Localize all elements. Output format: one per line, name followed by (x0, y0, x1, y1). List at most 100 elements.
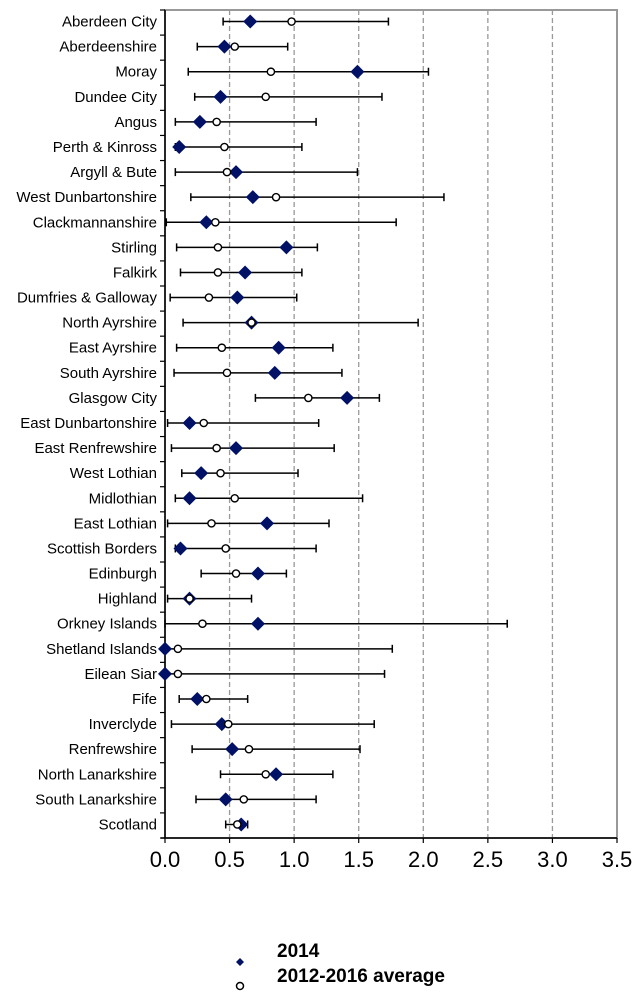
point-2014 (250, 616, 265, 631)
legend-circle-icon (235, 981, 245, 991)
point-2014 (238, 265, 253, 280)
point-2014 (250, 566, 265, 581)
point-2014 (192, 114, 207, 129)
point-2014 (182, 416, 197, 430)
category-label: South Ayrshire (60, 365, 157, 382)
point-average (217, 343, 227, 353)
category-label: Renfrewshire (69, 741, 157, 758)
category-labels: Aberdeen City Aberdeenshire Moray Dundee Ci… (16, 14, 157, 834)
category-label: North Ayrshire (62, 315, 157, 332)
point-2014 (182, 491, 197, 506)
point-2014 (229, 441, 244, 456)
category-label: Aberdeen City (62, 14, 158, 31)
point-average (185, 594, 194, 603)
point-average (213, 268, 223, 277)
point-average (222, 368, 232, 378)
point-average (230, 42, 240, 51)
category-label: Highland (98, 591, 157, 608)
category-label: Angus (114, 114, 157, 131)
point-2014 (269, 767, 284, 782)
category-label: South Lanarkshire (35, 791, 157, 808)
category-label: Argyll & Bute (70, 164, 157, 181)
point-average (199, 418, 209, 428)
point-2014 (260, 516, 275, 531)
category-label: Fife (132, 691, 157, 708)
x-tick-label: 1.0 (279, 847, 310, 872)
category-label: Dumfries & Galloway (17, 290, 158, 307)
point-2014 (350, 64, 365, 79)
point-average (216, 468, 225, 478)
point-average (304, 393, 313, 403)
point-2014 (218, 792, 233, 807)
category-label: East Lothian (74, 515, 157, 532)
category-label: Scotland (99, 816, 157, 833)
category-label: Eilean Siar (84, 666, 157, 683)
point-average (222, 167, 232, 177)
category-label: Perth & Kinross (53, 139, 157, 156)
point-2014 (172, 140, 187, 154)
point-2014 (225, 742, 240, 757)
category-label: East Dunbartonshire (20, 415, 157, 432)
point-average (266, 67, 276, 77)
point-average (261, 769, 271, 779)
point-average (261, 92, 271, 102)
point-2014 (245, 190, 260, 205)
category-label: Inverclyde (89, 716, 157, 733)
point-average (173, 644, 183, 654)
point-average (213, 243, 223, 252)
point-2014 (267, 365, 282, 380)
x-tick-label: 1.5 (343, 847, 374, 872)
point-2014 (213, 89, 228, 104)
x-tick-label: 3.5 (602, 847, 633, 872)
category-label: Orkney Islands (57, 616, 157, 633)
point-average (212, 443, 221, 453)
point-2014 (271, 340, 286, 355)
category-label: Scottish Borders (47, 540, 157, 557)
point-2014 (158, 666, 172, 681)
legend-label-2014: 2014 (277, 941, 320, 962)
point-average (230, 493, 240, 503)
point-average (287, 17, 296, 26)
legend-diamond-icon (236, 958, 244, 966)
category-label: Aberdeenshire (59, 39, 157, 56)
category-label: Stirling (111, 239, 157, 256)
point-2014 (173, 541, 188, 556)
point-2014 (230, 290, 245, 305)
category-label: Midlothian (89, 490, 157, 507)
category-label: East Renfrewshire (34, 440, 157, 457)
point-average (247, 318, 256, 327)
x-ticks: 0.0 0.5 1.0 1.5 2.0 2.5 3.0 3.5 (150, 838, 633, 872)
point-average (233, 820, 242, 829)
x-tick-label: 0.5 (214, 847, 245, 872)
category-label: Falkirk (113, 264, 158, 281)
category-label: East Ayrshire (69, 340, 157, 357)
point-2014 (243, 14, 258, 29)
point-average (207, 519, 216, 528)
point-average (220, 142, 229, 152)
category-label: Dundee City (74, 89, 157, 106)
point-average (204, 293, 214, 302)
point-average (223, 719, 233, 729)
category-label: West Dunbartonshire (16, 189, 157, 206)
grid-lines (228, 10, 554, 838)
point-average (212, 117, 221, 127)
category-label: West Lothian (70, 465, 157, 482)
x-tick-label: 0.0 (150, 847, 181, 872)
x-tick-label: 2.0 (408, 847, 439, 872)
point-average (231, 569, 241, 578)
point-average (271, 192, 281, 202)
error-bars (164, 17, 508, 829)
category-label: North Lanarkshire (38, 766, 157, 783)
point-average (198, 619, 207, 629)
point-average (221, 544, 230, 553)
point-2014 (279, 240, 294, 255)
category-label: Edinburgh (89, 566, 157, 583)
category-label: Moray (115, 64, 157, 81)
point-2014 (340, 390, 355, 405)
point-2014 (194, 466, 209, 481)
category-label: Clackmannanshire (33, 214, 157, 231)
point-average (173, 669, 183, 679)
x-tick-label: 2.5 (473, 847, 504, 872)
point-average (244, 744, 254, 754)
point-2014 (158, 641, 172, 656)
